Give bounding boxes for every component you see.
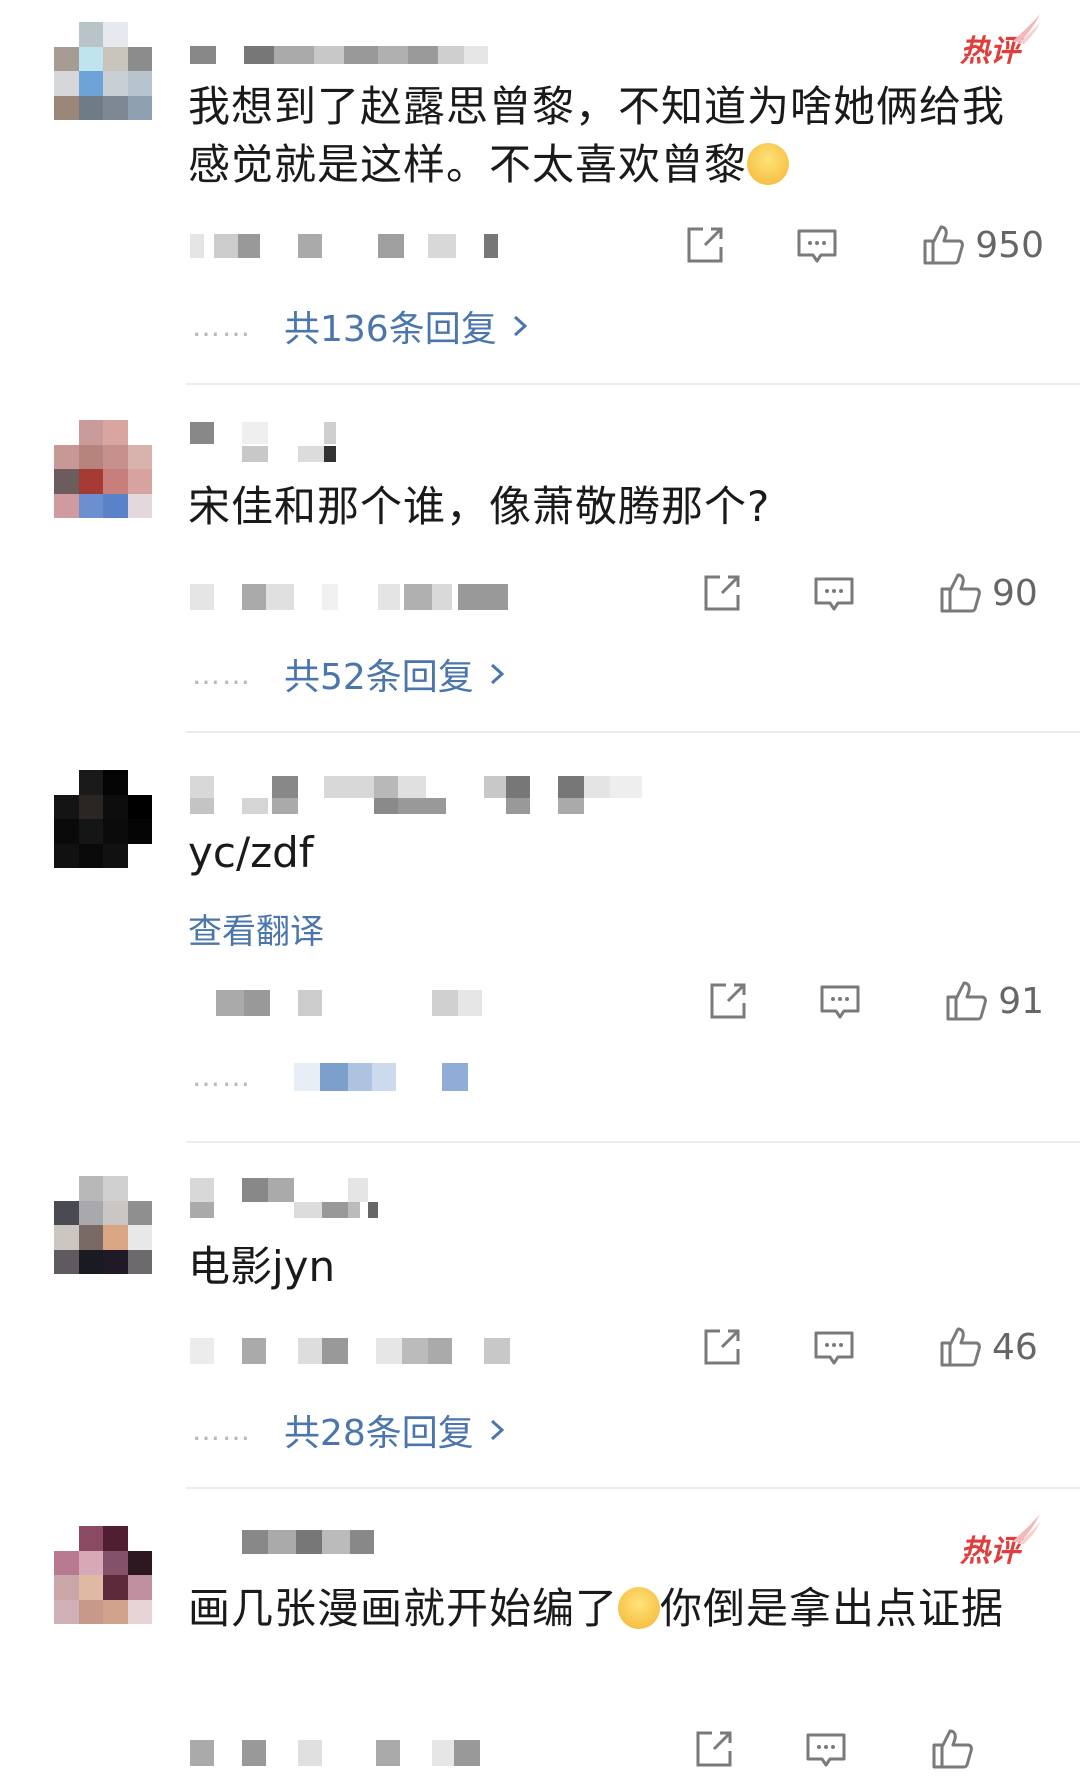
timestamp-blurred <box>188 1334 528 1366</box>
comment-actions: 91 <box>704 976 1044 1026</box>
divider <box>186 731 1080 733</box>
username-blurred[interactable] <box>188 1176 428 1218</box>
username-blurred[interactable] <box>188 420 348 462</box>
like-count: 46 <box>992 1326 1038 1368</box>
reply-dots: …… <box>192 309 252 343</box>
divider <box>186 1141 1080 1143</box>
timestamp-blurred <box>188 580 508 612</box>
comment-text: 宋佳和那个谁，像萧敬腾那个? <box>188 482 771 531</box>
flame-icon <box>1012 14 1040 44</box>
comment-text: 我想到了赵露思曾黎，不知道为啥她俩给我感觉就是这样。不太喜欢曾黎 <box>188 82 1006 189</box>
laugh-cry-emoji-icon <box>747 143 790 185</box>
avatar[interactable] <box>54 420 152 518</box>
comment-text: 电影jyn <box>188 1242 336 1291</box>
like-count: 950 <box>975 224 1044 266</box>
share-icon[interactable] <box>698 569 746 617</box>
avatar[interactable] <box>54 1526 152 1624</box>
view-replies-link[interactable]: …… 共52条回复 <box>192 648 508 700</box>
username-blurred[interactable] <box>188 1526 388 1566</box>
share-icon[interactable] <box>698 1323 746 1371</box>
comment-actions: 950 <box>681 220 1044 270</box>
comment-icon[interactable] <box>802 1725 850 1773</box>
reply-dots: …… <box>192 1413 252 1447</box>
comment-actions: 46 <box>698 1322 1044 1372</box>
view-replies-link[interactable]: …… 共136条回复 <box>192 300 531 352</box>
flame-icon <box>1012 1514 1040 1544</box>
chevron-right-icon <box>490 1419 505 1441</box>
username-blurred[interactable] <box>188 772 708 814</box>
hot-comment-badge: 热评 <box>960 14 1040 74</box>
avatar[interactable] <box>54 770 152 868</box>
divider <box>186 383 1080 385</box>
share-icon[interactable] <box>681 221 729 269</box>
comment-actions: 90 <box>698 568 1044 618</box>
chevron-right-icon <box>490 663 505 685</box>
thumbs-up-icon[interactable] <box>936 1323 984 1371</box>
comment-icon[interactable] <box>810 1323 858 1371</box>
comment-icon[interactable] <box>793 221 841 269</box>
view-replies-link[interactable]: …… 共28条回复 <box>192 1404 508 1456</box>
thumbs-up-icon[interactable] <box>928 1725 976 1773</box>
comment-text: 画几张漫画就开始编了 你倒是拿出点证据 <box>188 1584 1005 1633</box>
comment-icon[interactable] <box>816 977 864 1025</box>
divider <box>186 1487 1080 1489</box>
hot-comment-badge: 热评 <box>960 1514 1040 1574</box>
reply-dots: …… <box>192 1060 252 1093</box>
username-blurred[interactable] <box>188 42 508 82</box>
like-count: 91 <box>998 980 1044 1022</box>
avatar[interactable] <box>54 22 152 120</box>
thumbs-up-icon[interactable] <box>919 221 967 269</box>
like-count: 90 <box>992 572 1038 614</box>
timestamp-blurred <box>188 1736 528 1768</box>
comment-actions <box>690 1724 1044 1774</box>
timestamp-blurred <box>188 230 508 262</box>
thinking-emoji-icon <box>618 1587 661 1629</box>
thumbs-up-icon[interactable] <box>942 977 990 1025</box>
view-translation-link[interactable]: 查看翻译 <box>188 904 324 953</box>
reply-dots: …… <box>192 657 252 691</box>
chevron-right-icon <box>513 315 527 337</box>
comment-text: yc/zdf <box>188 828 314 877</box>
avatar[interactable] <box>54 1176 152 1274</box>
thumbs-up-icon[interactable] <box>936 569 984 617</box>
comment-icon[interactable] <box>810 569 858 617</box>
share-icon[interactable] <box>704 977 752 1025</box>
timestamp-blurred <box>188 986 508 1018</box>
view-replies-link-blurred[interactable]: …… <box>192 1060 468 1093</box>
share-icon[interactable] <box>690 1725 738 1773</box>
